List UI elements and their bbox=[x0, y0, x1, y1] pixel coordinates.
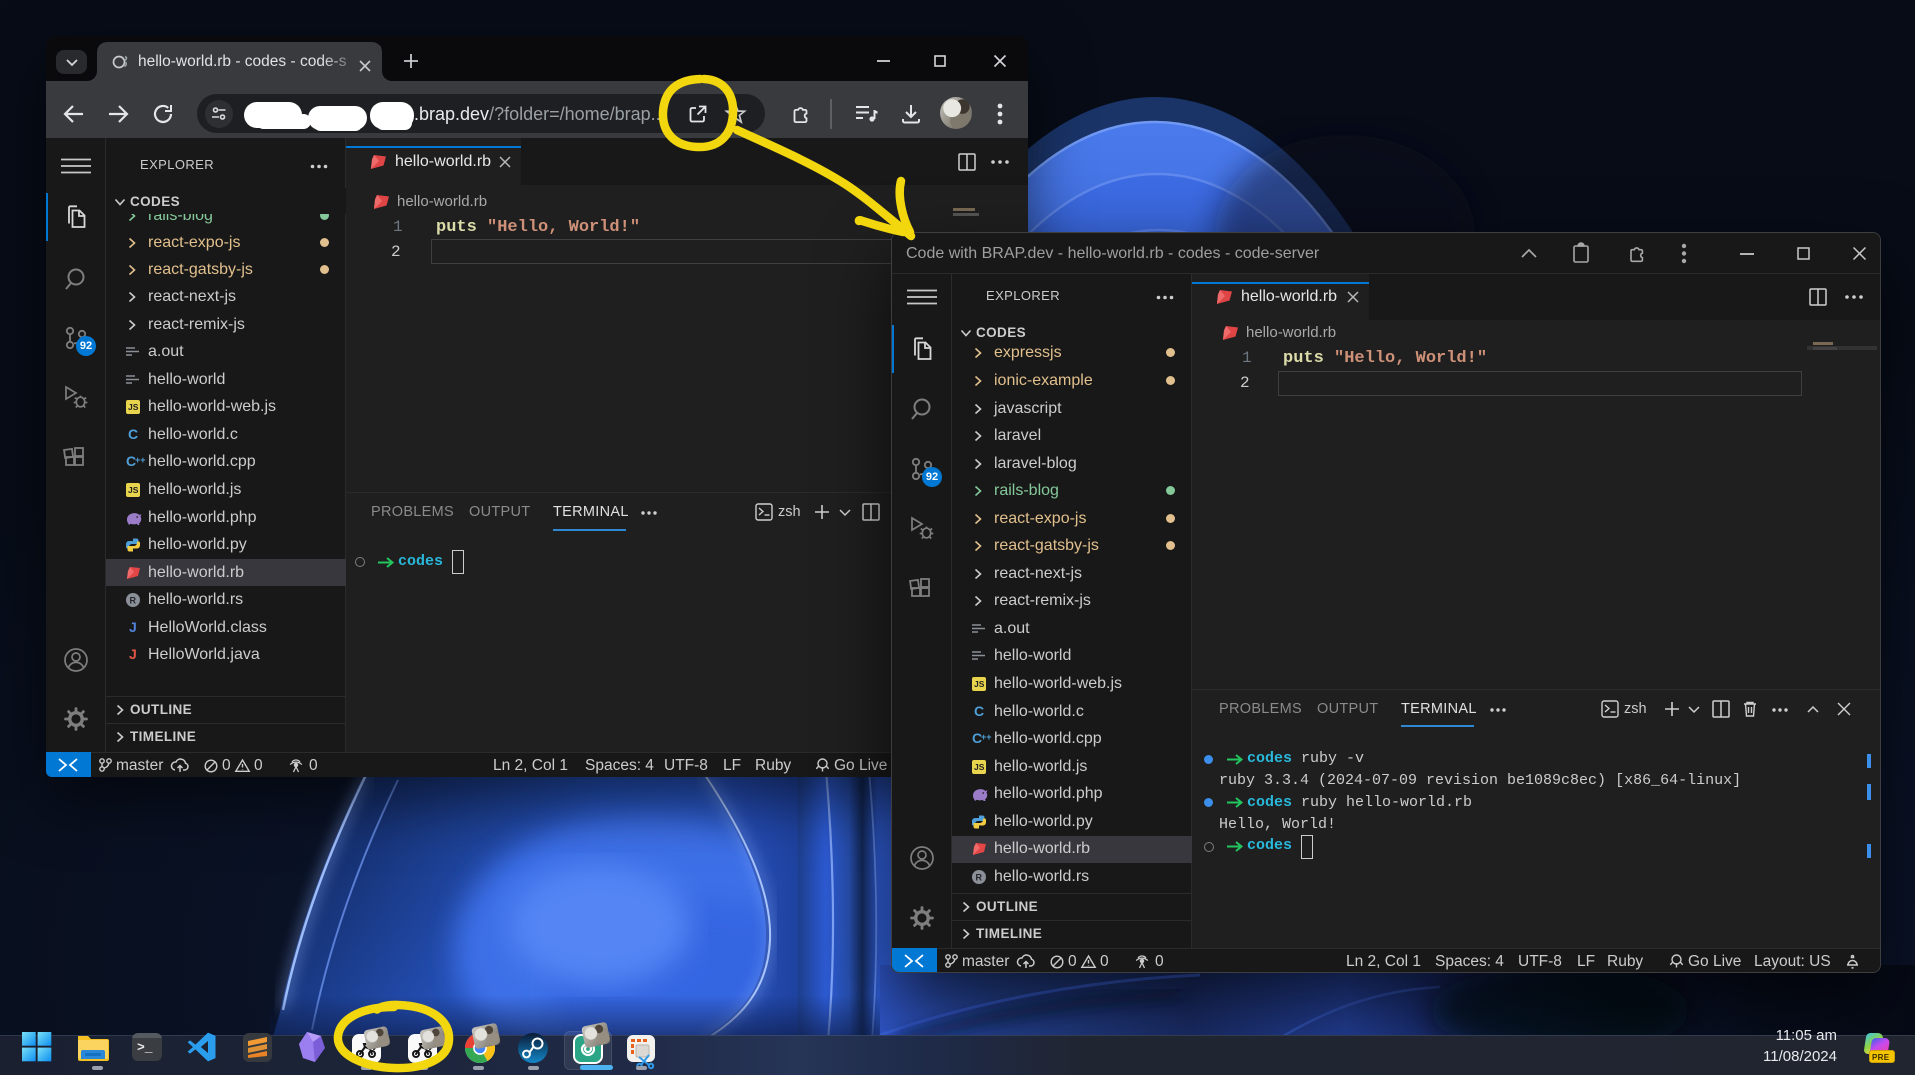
svg-text:R: R bbox=[976, 872, 983, 882]
svg-text:R: R bbox=[130, 596, 137, 606]
